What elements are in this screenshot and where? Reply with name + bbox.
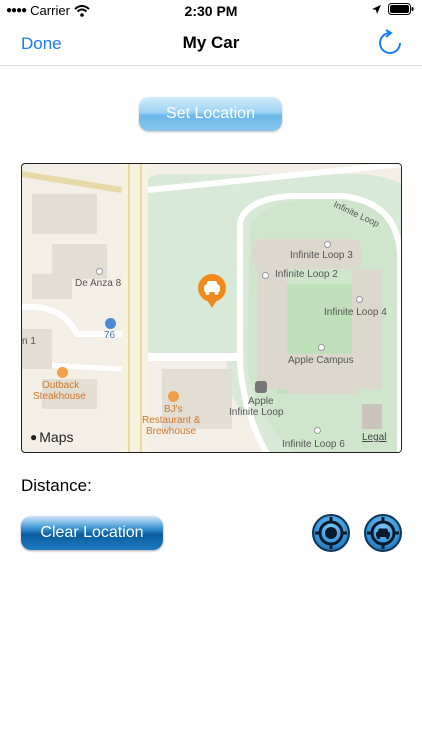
map-label-bjs-1: BJ's bbox=[164, 404, 183, 415]
map-label-infinite-loop-4: Infinite Loop 4 bbox=[324, 307, 387, 318]
map-label-outback-1: Outback bbox=[42, 380, 80, 391]
map-label-apple-campus: Apple Campus bbox=[288, 355, 354, 366]
status-bar: ●●●● Carrier 2:30 PM bbox=[0, 0, 422, 22]
page-title: My Car bbox=[182, 33, 240, 52]
map-label-infinite-loop-6: Infinite Loop 6 bbox=[282, 439, 345, 450]
map-label-route: 76 bbox=[104, 330, 116, 341]
map-label-bjs-3: Brewhouse bbox=[146, 426, 197, 437]
maps-brand-label: Maps bbox=[39, 429, 74, 445]
map-label-apple-il-1: Apple bbox=[248, 396, 274, 407]
poi-dot-icon bbox=[96, 268, 103, 275]
maps-brand: ● Maps bbox=[30, 429, 73, 445]
apple-logo-icon: ● bbox=[30, 430, 38, 444]
poi-dot-icon bbox=[318, 344, 325, 351]
restaurant-icon bbox=[168, 391, 179, 402]
transit-icon bbox=[105, 318, 116, 329]
map-label-apple-il-2: Infinite Loop bbox=[229, 407, 284, 418]
locate-car-button[interactable] bbox=[364, 514, 402, 552]
legal-link[interactable]: Legal bbox=[362, 432, 386, 443]
poi-dot-icon bbox=[356, 296, 363, 303]
map-label-de-anza: De Anza 8 bbox=[75, 278, 122, 289]
location-arrow-icon bbox=[372, 4, 381, 14]
set-location-button[interactable]: Set Location bbox=[139, 97, 282, 131]
status-right bbox=[371, 3, 414, 15]
poi-dot-icon bbox=[262, 272, 269, 279]
map-label-infinite-loop-3: Infinite Loop 3 bbox=[290, 250, 353, 261]
car-pin-icon[interactable] bbox=[196, 273, 228, 309]
clock: 2:30 PM bbox=[184, 3, 238, 19]
car-target-icon bbox=[367, 517, 399, 549]
distance-label: Distance: bbox=[21, 476, 92, 495]
map-view[interactable]: Infinite Loop Infinite Loop 3 Infinite L… bbox=[21, 163, 402, 453]
clear-location-button[interactable]: Clear Location bbox=[21, 516, 163, 550]
navigation-bar: Done My Car bbox=[0, 22, 422, 66]
map-label-outback-2: Steakhouse bbox=[33, 391, 86, 402]
map-label-bjs-2: Restaurant & bbox=[142, 415, 201, 426]
locate-user-button[interactable] bbox=[312, 514, 350, 552]
apple-logo-icon bbox=[255, 381, 267, 393]
map-label-n1: n 1 bbox=[22, 336, 36, 347]
poi-dot-icon bbox=[324, 241, 331, 248]
restaurant-icon bbox=[57, 367, 68, 378]
crosshair-target-icon bbox=[315, 517, 347, 549]
map-label-infinite-loop-2: Infinite Loop 2 bbox=[275, 269, 338, 280]
refresh-icon[interactable] bbox=[376, 28, 404, 58]
battery-icon bbox=[388, 3, 414, 15]
poi-dot-icon bbox=[314, 427, 321, 434]
